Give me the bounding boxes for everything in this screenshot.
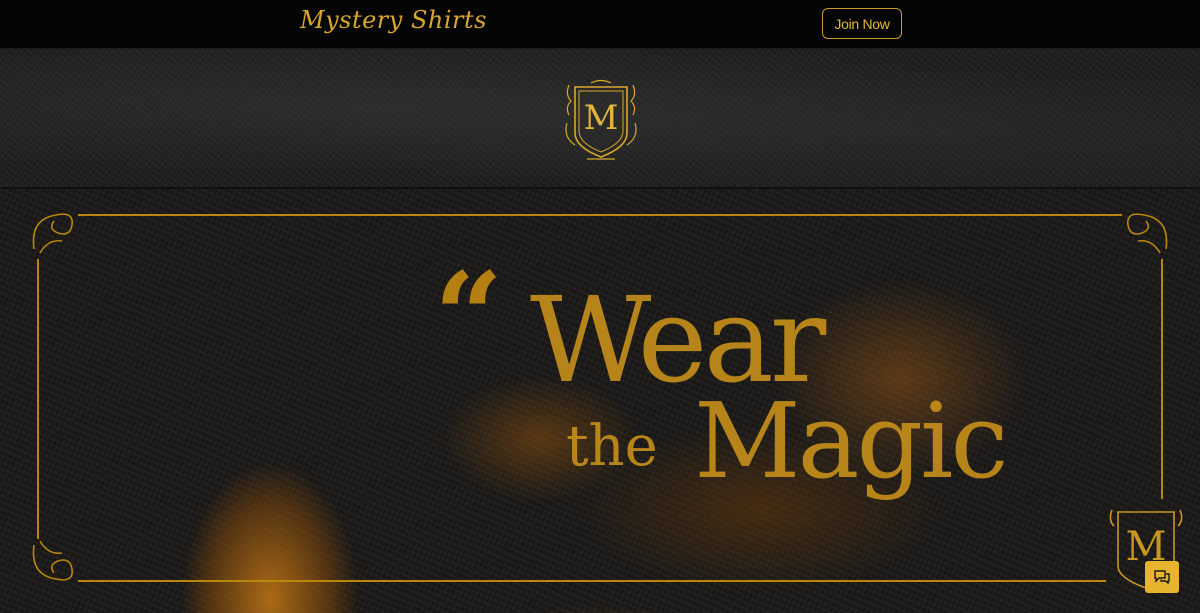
hero-headline-the: the [566,414,658,479]
crest-logo-icon[interactable]: M [561,79,641,163]
hero-headline-magic: Magic [694,380,1009,502]
chat-button[interactable] [1145,561,1179,593]
hero-quote-mark: “ [434,246,504,387]
chat-bubble-icon [1154,570,1170,585]
top-navbar: Mystery Shirts Join Now [0,0,1200,49]
crest-letter: M [584,98,619,138]
brand-logo-text[interactable]: Mystery Shirts [300,6,487,34]
hero-banner: “ Wear the Magic M [0,189,1200,613]
logo-header-band: M [0,49,1200,189]
join-now-button[interactable]: Join Now [822,8,902,39]
